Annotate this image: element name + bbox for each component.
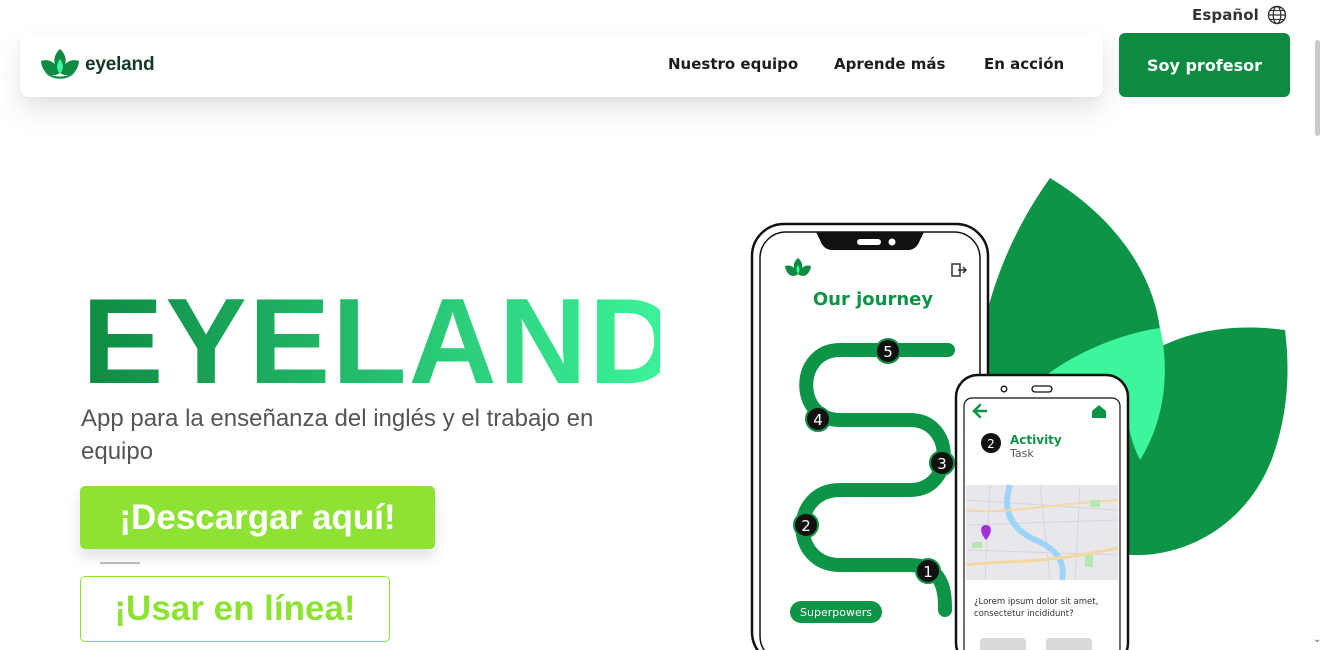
phone-main: Our journey 5 4 3 2 1 Superpowers [750,222,990,650]
svg-text:3: 3 [937,455,947,473]
svg-text:Our journey: Our journey [813,289,934,310]
landing-page: Español eyeland Nuestro equipo Aprende m… [0,0,1325,650]
language-label: Español [1192,6,1259,24]
divider [100,562,140,564]
svg-text:2: 2 [987,437,995,451]
svg-text:Task: Task [1009,447,1034,460]
nav-link-en-accion[interactable]: En acción [984,55,1064,73]
logo[interactable]: eyeland [39,47,155,83]
svg-text:5: 5 [883,343,893,361]
globe-icon [1267,5,1287,25]
scroll-down-arrow-icon[interactable]: ⌄ [1313,634,1321,645]
svg-text:2: 2 [801,517,811,535]
logo-leaf-icon [41,49,79,79]
nav-link-nuestro-equipo[interactable]: Nuestro equipo [668,55,798,73]
phone-small: 2 Activity Task ¿Lorem ipsum dolor sit a… [954,373,1130,650]
svg-text:4: 4 [813,411,823,429]
download-button[interactable]: ¡Descargar aquí! [80,486,435,549]
logo-text: eyeland [85,54,155,75]
hero-title: EYELAND [82,285,660,395]
svg-text:Superpowers: Superpowers [800,606,872,619]
question-line2: consectetur incididunt? [974,609,1074,619]
svg-text:1: 1 [923,563,933,581]
navbar: eyeland Nuestro equipo Aprende más En ac… [20,33,1103,97]
svg-text:EYELAND: EYELAND [82,285,660,395]
hero-subtitle: App para la enseñanza del inglés y el tr… [81,405,594,465]
svg-text:Activity: Activity [1010,433,1062,447]
app-illustration: Our journey 5 4 3 2 1 Superpowers 2 Acti… [750,178,1288,650]
teacher-button[interactable]: Soy profesor [1119,33,1290,97]
nav-link-aprende-mas[interactable]: Aprende más [834,55,945,73]
language-switcher[interactable]: Español [1192,5,1287,25]
scrollbar-thumb[interactable] [1315,40,1320,136]
question-line1: ¿Lorem ipsum dolor sit amet, [974,597,1098,607]
page-scrollbar[interactable]: ⌄ [1311,0,1325,650]
use-online-button[interactable]: ¡Usar en línea! [80,576,390,642]
